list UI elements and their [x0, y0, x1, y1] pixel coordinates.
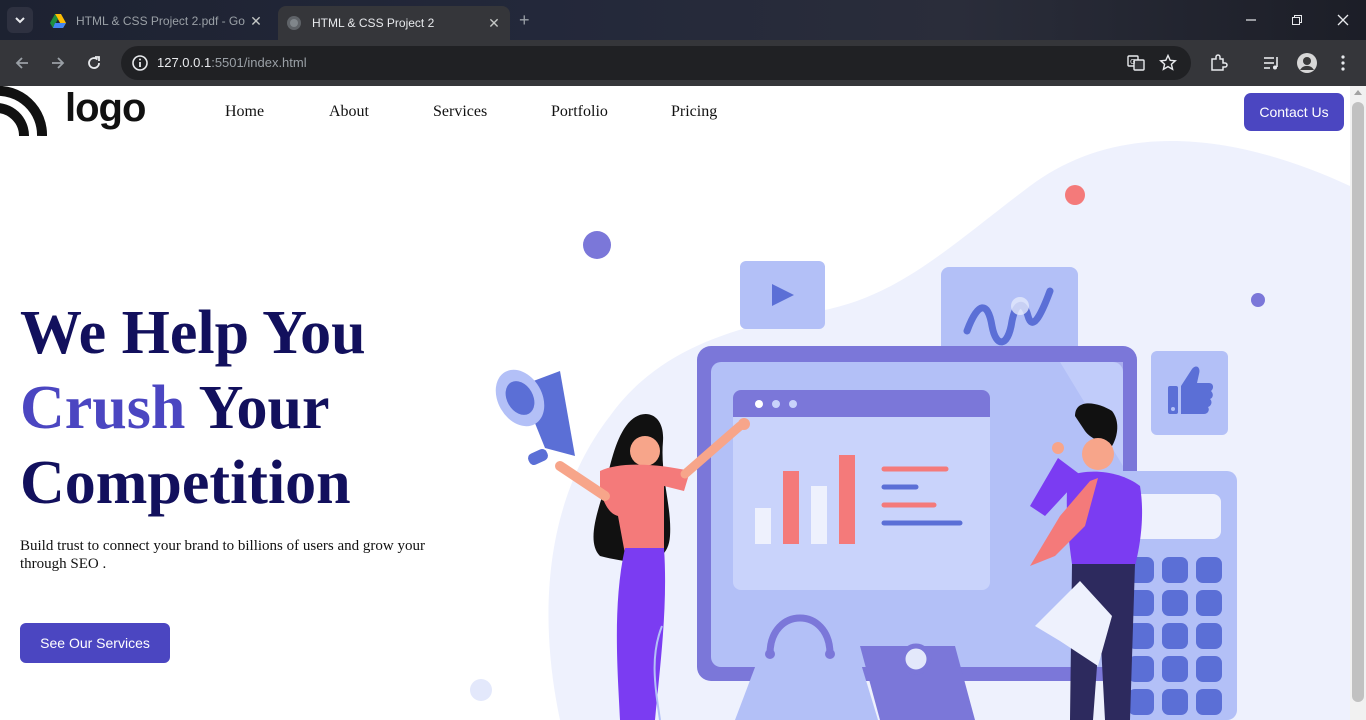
app-window: [733, 390, 990, 590]
google-drive-icon: [50, 14, 66, 28]
minimize-icon[interactable]: [1228, 0, 1274, 40]
tab-title: HTML & CSS Project 2: [312, 16, 435, 30]
url-text: 127.0.0.1:5501/index.html: [157, 55, 307, 70]
site-info-icon[interactable]: [131, 54, 149, 72]
bookmark-star-icon[interactable]: [1159, 54, 1177, 72]
chevron-down-icon: [15, 17, 25, 24]
logo-text[interactable]: logo: [65, 86, 146, 131]
browser-tab-pdf[interactable]: HTML & CSS Project 2.pdf - Go ✕: [42, 6, 272, 36]
page-viewport: logo Home About Services Portfolio Prici…: [0, 86, 1350, 720]
nav-portfolio[interactable]: Portfolio: [551, 103, 608, 121]
svg-text:G: G: [1130, 58, 1135, 66]
bar-3: [811, 486, 827, 544]
hero-subtitle: Build trust to connect your brand to bil…: [20, 538, 425, 572]
back-arrow-icon[interactable]: [10, 51, 34, 75]
nav-services[interactable]: Services: [433, 103, 487, 121]
hero-heading-line-2: Crush Your: [20, 374, 330, 442]
hero-heading-line-3: Competition: [20, 449, 351, 517]
profile-avatar-icon[interactable]: [1297, 53, 1317, 73]
hero-heading-line-1: We Help You: [20, 299, 366, 367]
reload-icon[interactable]: [82, 51, 106, 75]
more-menu-icon[interactable]: [1333, 53, 1353, 73]
tab-title: HTML & CSS Project 2.pdf - Go: [76, 14, 245, 28]
logo-arcs-icon[interactable]: [0, 86, 54, 136]
extensions-icon[interactable]: [1208, 53, 1228, 73]
browser-toolbar: 127.0.0.1:5501/index.html G: [0, 40, 1366, 86]
globe-icon: [287, 16, 301, 30]
translate-icon[interactable]: G: [1127, 54, 1145, 72]
hero-heading-accent: Crush: [20, 374, 186, 442]
browser-tab-strip: HTML & CSS Project 2.pdf - Go ✕ HTML & C…: [0, 0, 1366, 40]
nav-about[interactable]: About: [329, 103, 369, 121]
tab-search-button[interactable]: [7, 7, 33, 33]
megaphone-icon: [495, 369, 575, 466]
new-tab-icon[interactable]: +: [519, 10, 530, 31]
media-control-icon[interactable]: [1262, 53, 1282, 73]
decor-dot-violet: [1251, 293, 1265, 307]
restore-icon[interactable]: [1274, 0, 1320, 40]
decor-dot-light: [470, 679, 492, 701]
decor-dot-purple: [583, 231, 611, 259]
close-tab-icon[interactable]: ✕: [246, 11, 266, 31]
decor-dot-coral: [1065, 185, 1085, 205]
shopping-bag: [735, 654, 878, 720]
bar-2: [783, 471, 799, 544]
close-tab-icon[interactable]: ✕: [484, 13, 504, 33]
close-window-icon[interactable]: [1320, 0, 1366, 40]
browser-tab-project[interactable]: HTML & CSS Project 2 ✕: [278, 6, 510, 40]
bar-4: [839, 455, 855, 544]
contact-us-button[interactable]: Contact Us: [1244, 93, 1344, 131]
scrollbar-thumb[interactable]: [1352, 102, 1364, 702]
nav-home[interactable]: Home: [225, 103, 264, 121]
bar-1: [755, 508, 771, 544]
nav-pricing[interactable]: Pricing: [671, 103, 717, 121]
scroll-up-arrow-icon[interactable]: [1354, 90, 1362, 95]
see-our-services-button[interactable]: See Our Services: [20, 623, 170, 663]
monitor-power-button: [900, 643, 932, 675]
page-scrollbar[interactable]: [1350, 86, 1366, 720]
address-bar[interactable]: 127.0.0.1:5501/index.html G: [121, 46, 1191, 80]
forward-arrow-icon[interactable]: [46, 51, 70, 75]
